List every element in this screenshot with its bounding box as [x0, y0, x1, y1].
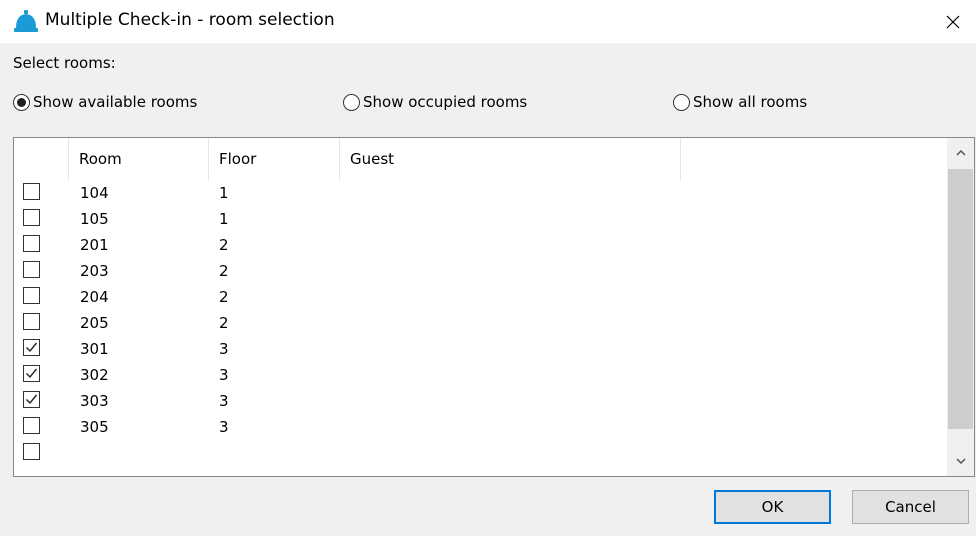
floor-cell: 2	[219, 236, 229, 254]
row-checkbox[interactable]	[23, 417, 40, 434]
column-header-guest[interactable]: Guest	[340, 138, 681, 180]
list-header: Room Floor Guest	[14, 138, 947, 180]
cancel-button[interactable]: Cancel	[852, 490, 969, 524]
row-checkbox[interactable]	[23, 183, 40, 200]
room-cell: 301	[80, 340, 109, 358]
row-checkbox[interactable]	[23, 365, 40, 382]
window-title: Multiple Check-in - room selection	[45, 10, 335, 30]
rooms-list[interactable]: Room Floor Guest 104 1 105 1 201 2 203 2 204 2 205…	[13, 137, 975, 477]
ok-button[interactable]: OK	[714, 490, 831, 524]
table-row[interactable]: 204 2	[14, 284, 947, 310]
table-row[interactable]: 305 3	[14, 414, 947, 440]
floor-cell: 2	[219, 262, 229, 280]
scroll-up-button[interactable]	[947, 138, 974, 168]
row-checkbox[interactable]	[23, 235, 40, 252]
radio-button[interactable]	[673, 93, 690, 111]
checkmark-icon	[26, 394, 38, 405]
room-cell: 105	[80, 210, 109, 228]
chevron-up-icon	[955, 150, 966, 156]
list-rows: 104 1 105 1 201 2 203 2 204 2 205 2 301 3 302 3 303 3 305 3	[14, 180, 947, 466]
row-checkbox[interactable]	[23, 261, 40, 278]
vertical-scrollbar[interactable]	[947, 138, 974, 476]
select-rooms-label: Select rooms:	[13, 54, 116, 72]
floor-cell: 3	[219, 418, 229, 436]
radio-show-all[interactable]: Show all rooms	[673, 93, 807, 111]
table-row[interactable]: 201 2	[14, 232, 947, 258]
radio-label: Show occupied rooms	[363, 93, 528, 111]
row-checkbox[interactable]	[23, 391, 40, 408]
room-cell: 104	[80, 184, 109, 202]
close-button[interactable]	[930, 0, 976, 43]
room-cell: 303	[80, 392, 109, 410]
table-row[interactable]: 105 1	[14, 206, 947, 232]
checkmark-icon	[26, 342, 38, 353]
room-cell: 302	[80, 366, 109, 384]
close-icon	[946, 15, 960, 28]
radio-button[interactable]	[343, 93, 360, 111]
column-header-floor[interactable]: Floor	[209, 138, 340, 180]
scroll-down-button[interactable]	[947, 446, 974, 476]
floor-cell: 3	[219, 392, 229, 410]
row-checkbox[interactable]	[23, 443, 40, 460]
bell-icon	[14, 10, 38, 32]
room-cell: 305	[80, 418, 109, 436]
radio-label: Show all rooms	[693, 93, 808, 111]
table-row[interactable]	[14, 440, 947, 466]
table-row[interactable]: 302 3	[14, 362, 947, 388]
column-header-check[interactable]	[14, 138, 69, 180]
table-row[interactable]: 205 2	[14, 310, 947, 336]
table-row[interactable]: 301 3	[14, 336, 947, 362]
table-row[interactable]: 104 1	[14, 180, 947, 206]
room-cell: 204	[80, 288, 109, 306]
checkmark-icon	[26, 368, 38, 379]
row-checkbox[interactable]	[23, 313, 40, 330]
room-cell: 203	[80, 262, 109, 280]
scroll-thumb[interactable]	[948, 169, 973, 429]
radio-label: Show available rooms	[33, 93, 198, 111]
table-row[interactable]: 203 2	[14, 258, 947, 284]
room-cell: 201	[80, 236, 109, 254]
title-bar: Multiple Check-in - room selection	[0, 0, 976, 43]
floor-cell: 2	[219, 288, 229, 306]
floor-cell: 1	[219, 184, 229, 202]
column-header-room[interactable]: Room	[69, 138, 209, 180]
radio-button[interactable]	[13, 93, 30, 111]
row-checkbox[interactable]	[23, 339, 40, 356]
table-row[interactable]: 303 3	[14, 388, 947, 414]
row-checkbox[interactable]	[23, 209, 40, 226]
radio-show-occupied[interactable]: Show occupied rooms	[343, 93, 527, 111]
row-checkbox[interactable]	[23, 287, 40, 304]
chevron-down-icon	[955, 458, 966, 464]
radio-show-available[interactable]: Show available rooms	[13, 93, 197, 111]
floor-cell: 3	[219, 340, 229, 358]
floor-cell: 2	[219, 314, 229, 332]
floor-cell: 3	[219, 366, 229, 384]
floor-cell: 1	[219, 210, 229, 228]
room-cell: 205	[80, 314, 109, 332]
